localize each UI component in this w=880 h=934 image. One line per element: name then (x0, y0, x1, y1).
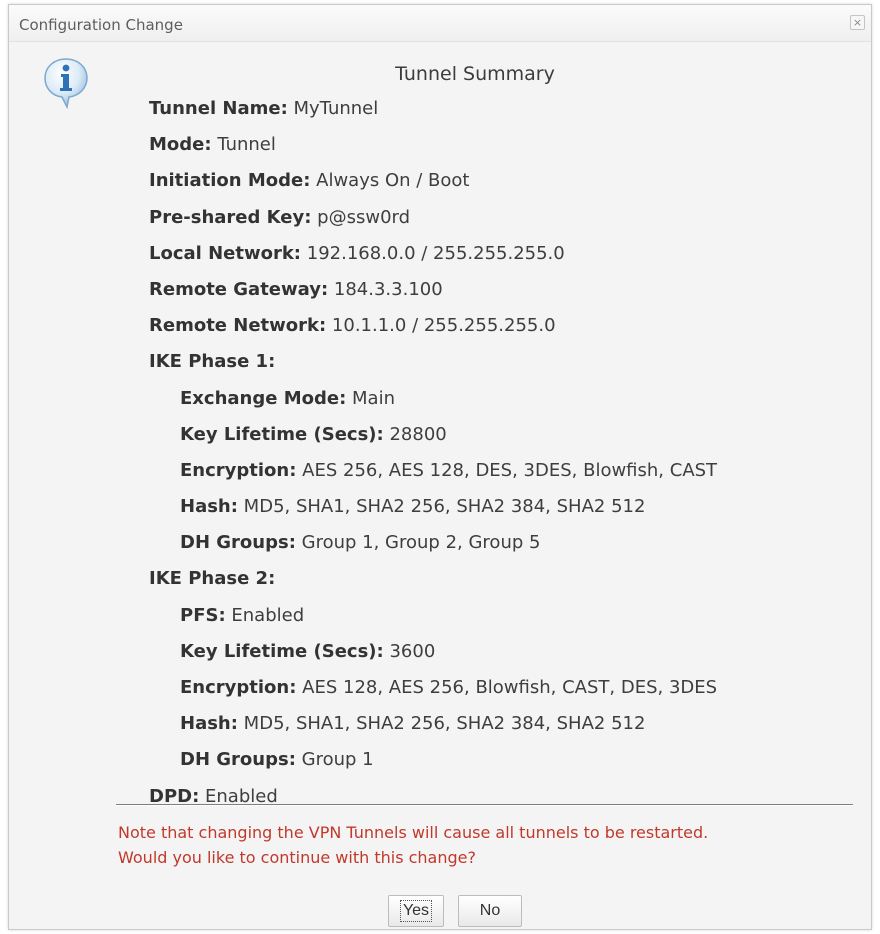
summary-value: Tunnel (217, 134, 276, 156)
summary-row: Key Lifetime (Secs): 28800 (149, 417, 851, 453)
summary-key: Local Network: (149, 242, 302, 264)
summary-value: MD5, SHA1, SHA2 256, SHA2 384, SHA2 512 (243, 713, 646, 735)
summary-row: PFS: Enabled (149, 598, 851, 634)
no-button[interactable]: No (458, 895, 522, 927)
summary-row: DPD: Enabled (149, 779, 851, 815)
summary-value: 184.3.3.100 (333, 278, 443, 300)
summary-row: Pre-shared Key: p@ssw0rd (149, 200, 851, 236)
summary-key: Encryption: (180, 677, 297, 698)
warning-note-line-1: Note that changing the VPN Tunnels will … (118, 823, 709, 842)
summary-row: Hash: MD5, SHA1, SHA2 256, SHA2 384, SHA… (149, 706, 851, 742)
summary-key: Mode: (149, 134, 212, 156)
summary-key: Hash: (180, 496, 238, 518)
summary-value: AES 256, AES 128, DES, 3DES, Blowfish, C… (302, 459, 718, 481)
summary-row: Encryption: AES 256, AES 128, DES, 3DES,… (149, 453, 851, 489)
yes-button-label: Yes (399, 900, 433, 922)
summary-key: Initiation Mode: (149, 170, 311, 192)
summary-key: Key Lifetime (Secs): (180, 423, 384, 445)
summary-value: 10.1.1.0 / 255.255.255.0 (331, 315, 556, 337)
summary-row: IKE Phase 1: (149, 344, 851, 380)
summary-value: 3600 (389, 640, 436, 662)
summary-row: Local Network: 192.168.0.0 / 255.255.255… (149, 236, 851, 272)
warning-note-line-2: Would you like to continue with this cha… (118, 848, 476, 867)
summary-row: Initiation Mode: Always On / Boot (149, 163, 851, 199)
summary-value: p@ssw0rd (317, 206, 411, 228)
summary-row: Remote Gateway: 184.3.3.100 (149, 272, 851, 308)
close-icon[interactable]: × (850, 15, 865, 30)
dialog-buttons: Yes No (9, 895, 871, 927)
summary-key: DH Groups: (180, 749, 296, 771)
summary-value: Group 1 (301, 749, 374, 771)
summary-key: Remote Network: (149, 315, 327, 337)
summary-value: MyTunnel (293, 98, 379, 119)
warning-note: Note that changing the VPN Tunnels will … (118, 820, 851, 870)
summary-key: DH Groups: (180, 532, 296, 554)
summary-key: PFS: (180, 604, 226, 626)
summary-value: 192.168.0.0 / 255.255.255.0 (306, 242, 565, 264)
summary-row: Encryption: AES 128, AES 256, Blowfish, … (149, 670, 851, 706)
tunnel-summary-list: Tunnel Name: MyTunnel Mode: Tunnel Initiat… (149, 91, 851, 815)
summary-value: Group 1, Group 2, Group 5 (301, 532, 541, 554)
summary-row: Hash: MD5, SHA1, SHA2 256, SHA2 384, SHA… (149, 489, 851, 525)
summary-row: DH Groups: Group 1, Group 2, Group 5 (149, 525, 851, 561)
yes-button[interactable]: Yes (388, 895, 444, 927)
summary-value: Main (352, 387, 395, 409)
divider (116, 804, 853, 806)
summary-key: Hash: (180, 713, 238, 735)
summary-key: Remote Gateway: (149, 278, 329, 300)
summary-key: IKE Phase 1: (149, 351, 276, 373)
configuration-change-dialog: Configuration Change × Tunnel Summary Tu… (8, 4, 872, 930)
summary-value: Enabled (231, 604, 305, 626)
summary-heading: Tunnel Summary (395, 63, 555, 85)
summary-key: Key Lifetime (Secs): (180, 640, 384, 662)
summary-value: AES 128, AES 256, Blowfish, CAST, DES, 3… (302, 677, 718, 698)
summary-key: Exchange Mode: (180, 387, 347, 409)
summary-row: Tunnel Name: MyTunnel (149, 91, 851, 127)
dialog-title: Configuration Change (19, 16, 183, 34)
summary-row: Mode: Tunnel (149, 127, 851, 163)
summary-value: Always On / Boot (316, 170, 470, 192)
summary-key: Pre-shared Key: (149, 206, 312, 228)
summary-value: 28800 (389, 423, 447, 445)
dialog-titlebar[interactable]: Configuration Change × (9, 5, 871, 42)
summary-row: IKE Phase 2: (149, 561, 851, 597)
summary-row: DH Groups: Group 1 (149, 742, 851, 778)
summary-row: Key Lifetime (Secs): 3600 (149, 634, 851, 670)
summary-key: Encryption: (180, 459, 297, 481)
summary-row: Exchange Mode: Main (149, 381, 851, 417)
summary-key: IKE Phase 2: (149, 568, 276, 590)
summary-key: Tunnel Name: (149, 98, 288, 119)
summary-row: Remote Network: 10.1.1.0 / 255.255.255.0 (149, 308, 851, 344)
summary-value: MD5, SHA1, SHA2 256, SHA2 384, SHA2 512 (243, 496, 646, 518)
